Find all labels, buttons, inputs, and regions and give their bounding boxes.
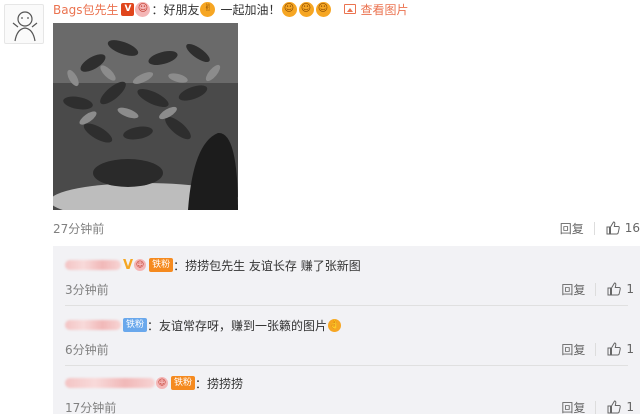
thumbs-up-icon — [606, 221, 620, 235]
reply-meta: 6分钟前 回复 1 — [65, 340, 640, 358]
verified-badge-icon: V — [121, 2, 135, 16]
comment-text-part2: 一起加油！ — [220, 2, 281, 17]
emoji-face-icon: ☺ — [156, 377, 168, 389]
thumbs-up-icon — [607, 282, 622, 296]
reply-actions: 回复 1 — [561, 341, 634, 358]
fan-badge: 铁粉 — [123, 318, 148, 332]
reply-text: ：友谊常存呀，赚到一张籁的图片 — [147, 318, 328, 333]
like-button[interactable]: 1 — [606, 341, 634, 357]
reply-username[interactable] — [65, 260, 121, 270]
reply-meta: 3分钟前 回复 1 — [65, 280, 640, 298]
comment-text-part1: ：好朋友 — [151, 2, 200, 17]
list-item: 铁粉 ：友谊常存呀，赚到一张籁的图片 👌 6分钟前 回复 1 — [65, 316, 640, 358]
like-button[interactable]: 1 — [606, 281, 634, 297]
reply-username[interactable] — [65, 320, 121, 330]
reply-meta: 17分钟前 回复 1 — [65, 398, 640, 414]
reply-line: ☺ 铁粉 ：捞捞捞 — [65, 374, 640, 392]
comment-username[interactable]: Bags包先生 — [53, 1, 118, 18]
list-item: ☺ 铁粉 ：捞捞捞 17分钟前 回复 1 — [65, 374, 640, 414]
like-count: 1 — [626, 282, 634, 296]
divider — [595, 282, 597, 296]
comment-photo[interactable] — [53, 23, 238, 210]
ok-hand-icon: 👌 — [328, 318, 342, 332]
divider — [595, 400, 597, 414]
reply-username[interactable] — [65, 378, 155, 388]
reply-line: V ☺ 铁粉 ：捞捞包先生 友谊长存 赚了张新图 — [65, 256, 640, 274]
victory-hand-icon: ✌ — [200, 1, 216, 17]
fan-badge: 铁粉 — [149, 258, 174, 272]
thumbs-up-icon — [607, 342, 622, 356]
comment-header: Bags包先生 V ☺ ：好朋友 ✌ 一起加油！ ☺ ☺ ☺ 查看图片 — [53, 0, 409, 18]
reply-divider — [65, 365, 628, 366]
list-item: V ☺ 铁粉 ：捞捞包先生 友谊长存 赚了张新图 3分钟前 回复 1 — [65, 256, 640, 298]
reply-button[interactable]: 回复 — [561, 281, 585, 298]
reply-text: ：捞捞捞 — [195, 376, 244, 391]
like-count: 1 — [626, 342, 634, 356]
emoji-face-icon: ☺ — [315, 1, 331, 17]
picture-icon — [343, 4, 356, 14]
like-button[interactable]: 1 — [606, 399, 634, 414]
fan-badge: 铁粉 — [171, 376, 196, 390]
reply-button[interactable]: 回复 — [560, 220, 584, 237]
reply-divider — [65, 305, 628, 306]
like-button[interactable]: 16 — [605, 220, 640, 236]
view-image-label: 查看图片 — [360, 2, 409, 17]
reply-list: V ☺ 铁粉 ：捞捞包先生 友谊长存 赚了张新图 3分钟前 回复 1 铁粉 ：友… — [53, 246, 640, 414]
emoji-face-icon: ☺ — [281, 1, 297, 17]
avatar-sketch-icon — [12, 11, 38, 42]
like-count: 16 — [624, 221, 640, 235]
verified-v-icon: V — [123, 257, 134, 273]
reply-line: 铁粉 ：友谊常存呀，赚到一张籁的图片 👌 — [65, 316, 640, 334]
emoji-face-icon: ☺ — [135, 1, 151, 17]
avatar[interactable] — [4, 4, 44, 44]
reply-time: 3分钟前 — [65, 282, 109, 297]
view-image-link[interactable]: 查看图片 — [343, 1, 409, 18]
reply-button[interactable]: 回复 — [561, 341, 585, 358]
emoji-face-icon: ☺ — [298, 1, 314, 17]
plant-photo-image — [53, 23, 238, 210]
divider — [593, 221, 595, 235]
comment-time: 27分钟前 — [53, 221, 105, 236]
reply-time: 17分钟前 — [65, 400, 117, 414]
emoji-face-icon: ☺ — [134, 259, 147, 271]
like-count: 1 — [626, 400, 634, 414]
thumbs-up-icon — [607, 400, 622, 414]
reply-button[interactable]: 回复 — [561, 399, 585, 414]
reply-actions: 回复 1 — [561, 281, 634, 298]
reply-actions: 回复 1 — [561, 399, 634, 414]
comment-meta: 27分钟前 回复 16 — [53, 218, 640, 238]
comment-actions: 回复 16 — [560, 220, 640, 237]
reply-time: 6分钟前 — [65, 342, 109, 357]
reply-text: ：捞捞包先生 友谊长存 赚了张新图 — [173, 258, 361, 273]
divider — [595, 342, 597, 356]
